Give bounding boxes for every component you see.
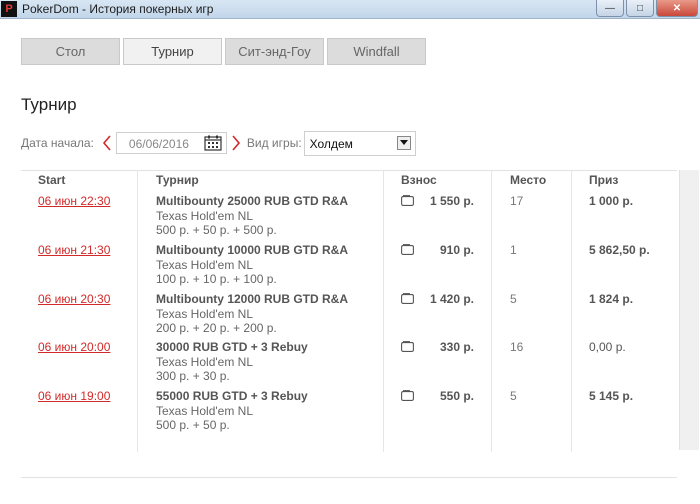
wallet-icon bbox=[401, 341, 414, 352]
chevron-right-icon bbox=[232, 135, 240, 151]
row-time-link[interactable]: 06 июн 21:30 bbox=[38, 243, 110, 257]
row-fee: 1 420 р. bbox=[429, 292, 474, 306]
table-row: 06 июн 21:30 Multibounty 10000 RUB GTD R… bbox=[0, 243, 700, 292]
page-title: Турнир bbox=[21, 95, 77, 114]
minimize-icon: — bbox=[605, 2, 615, 14]
row-tournament-name: 55000 RUB GTD + 3 Rebuy bbox=[156, 389, 308, 403]
start-date-label: Дата начала: bbox=[21, 136, 94, 150]
row-buyin: 500 р. + 50 р. bbox=[156, 418, 230, 432]
row-place: 17 bbox=[510, 194, 524, 208]
row-tournament-name: 30000 RUB GTD + 3 Rebuy bbox=[156, 340, 308, 354]
row-place: 16 bbox=[510, 340, 524, 354]
window-controls: — □ ✕ bbox=[594, 0, 698, 18]
wallet-icon bbox=[401, 390, 414, 401]
row-buyin: 500 р. + 50 р. + 500 р. bbox=[156, 223, 277, 237]
row-fee: 910 р. bbox=[439, 243, 474, 257]
prev-date-button[interactable] bbox=[98, 132, 116, 154]
row-fee: 550 р. bbox=[439, 389, 474, 403]
row-game-type: Texas Hold'em NL bbox=[156, 355, 253, 369]
table-top-divider bbox=[21, 170, 677, 171]
filter-bar: Дата начала: 06/06/2016 Вид игры: Холдем bbox=[21, 130, 416, 156]
wallet-icon bbox=[401, 293, 414, 304]
row-time-link[interactable]: 06 июн 22:30 bbox=[38, 194, 110, 208]
row-fee: 330 р. bbox=[439, 340, 474, 354]
start-date-input[interactable]: 06/06/2016 bbox=[115, 132, 227, 154]
wallet-icon bbox=[401, 244, 414, 255]
app-logo-icon: P bbox=[1, 1, 17, 17]
wallet-icon bbox=[401, 195, 414, 206]
row-buyin: 100 р. + 10 р. + 100 р. bbox=[156, 272, 277, 286]
table-row: 06 июн 19:00 55000 RUB GTD + 3 Rebuy Tex… bbox=[0, 389, 700, 438]
next-date-button[interactable] bbox=[227, 132, 245, 154]
row-time-link[interactable]: 06 июн 19:00 bbox=[38, 389, 110, 403]
game-type-label: Вид игры: bbox=[246, 136, 302, 150]
start-date-value: 06/06/2016 bbox=[128, 137, 189, 151]
scrollbar[interactable] bbox=[679, 170, 699, 450]
tab-tournament[interactable]: Турнир bbox=[123, 38, 222, 65]
row-place: 5 bbox=[510, 292, 517, 306]
game-type-select[interactable]: Холдем bbox=[303, 130, 416, 156]
close-button[interactable]: ✕ bbox=[656, 0, 698, 17]
tab-sit-and-go[interactable]: Сит-энд-Гоу bbox=[225, 38, 324, 65]
row-tournament-name: Multibounty 25000 RUB GTD R&A bbox=[156, 194, 349, 208]
row-tournament-name: Multibounty 10000 RUB GTD R&A bbox=[156, 243, 349, 257]
table-row: 06 июн 20:00 30000 RUB GTD + 3 Rebuy Tex… bbox=[0, 340, 700, 389]
row-buyin: 200 р. + 20 р. + 200 р. bbox=[156, 321, 277, 335]
row-game-type: Texas Hold'em NL bbox=[156, 209, 253, 223]
tab-table[interactable]: Стол bbox=[21, 38, 120, 65]
chevron-left-icon bbox=[102, 135, 111, 151]
row-prize: 1 824 р. bbox=[589, 292, 634, 306]
row-prize: 1 000 р. bbox=[589, 194, 634, 208]
window-title: PokerDom - История покерных игр bbox=[22, 2, 214, 16]
row-place: 1 bbox=[510, 243, 517, 257]
row-fee: 1 550 р. bbox=[429, 194, 474, 208]
row-prize: 0,00 р. bbox=[589, 340, 626, 354]
tab-windfall[interactable]: Windfall bbox=[327, 38, 426, 65]
header-tournament: Турнир bbox=[156, 173, 199, 187]
row-time-link[interactable]: 06 июн 20:00 bbox=[38, 340, 110, 354]
close-icon: ✕ bbox=[672, 2, 682, 14]
header-fee: Взнос bbox=[401, 173, 437, 187]
row-time-link[interactable]: 06 июн 20:30 bbox=[38, 292, 110, 306]
maximize-button[interactable]: □ bbox=[626, 0, 654, 17]
window-titlebar: P PokerDom - История покерных игр — □ ✕ bbox=[0, 0, 700, 19]
row-prize: 5 862,50 р. bbox=[589, 243, 650, 257]
row-game-type: Texas Hold'em NL bbox=[156, 258, 253, 272]
tab-bar: Стол Турнир Сит-энд-Гоу Windfall bbox=[21, 38, 429, 65]
row-game-type: Texas Hold'em NL bbox=[156, 307, 253, 321]
calendar-icon[interactable] bbox=[204, 135, 222, 151]
maximize-icon: □ bbox=[636, 2, 644, 14]
row-game-type: Texas Hold'em NL bbox=[156, 404, 253, 418]
row-place: 5 bbox=[510, 389, 517, 403]
header-place: Место bbox=[510, 173, 547, 187]
header-start: Start bbox=[38, 173, 66, 187]
row-prize: 5 145 р. bbox=[589, 389, 634, 403]
header-prize: Приз bbox=[589, 173, 619, 187]
table-row: 06 июн 22:30 Multibounty 25000 RUB GTD R… bbox=[0, 194, 700, 243]
table-row: 06 июн 20:30 Multibounty 12000 RUB GTD R… bbox=[0, 292, 700, 341]
row-tournament-name: Multibounty 12000 RUB GTD R&A bbox=[156, 292, 349, 306]
table-bottom-divider bbox=[21, 477, 677, 478]
minimize-button[interactable]: — bbox=[596, 0, 624, 17]
game-type-value: Холдем bbox=[309, 136, 353, 151]
row-buyin: 300 р. + 30 р. bbox=[156, 369, 230, 383]
dropdown-arrow-icon[interactable] bbox=[396, 135, 411, 150]
